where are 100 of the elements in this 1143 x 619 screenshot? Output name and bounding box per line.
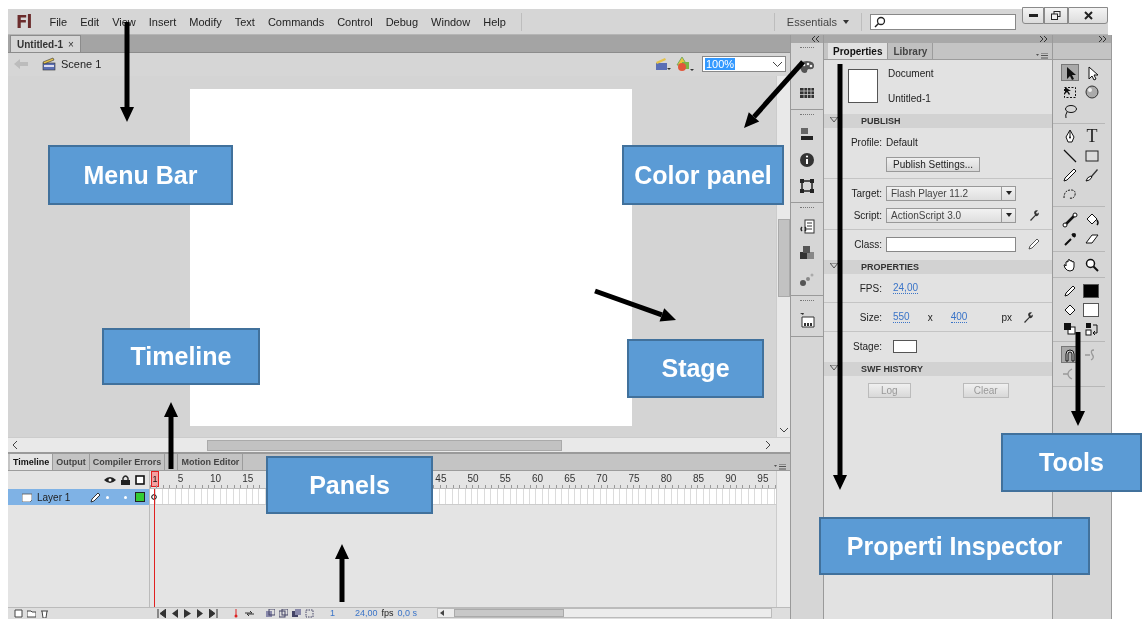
motion-presets-icon[interactable] [799,271,815,287]
info-icon[interactable] [799,152,815,168]
tool-button[interactable] [1061,147,1079,164]
fps-value[interactable]: 24,00 [893,282,919,294]
wrench-icon[interactable] [1022,311,1034,323]
swatches-grid-icon[interactable] [799,85,815,101]
tool-button[interactable] [1061,211,1079,228]
menu-item[interactable]: Modify [183,13,228,30]
first-frame-icon[interactable] [157,609,166,618]
caret-icon [1005,213,1012,217]
edit-symbols-icon[interactable] [655,57,671,72]
tab-close-button[interactable]: × [68,38,74,50]
minimize-button[interactable] [1022,7,1044,24]
expand-icon[interactable] [1098,36,1108,42]
pencil-icon [90,491,101,503]
wrench-icon[interactable] [1028,209,1040,221]
shapes-icon[interactable] [676,56,694,73]
pencil-icon [1062,166,1078,183]
search-field[interactable] [870,13,1016,30]
scrollbar-thumb[interactable] [777,218,790,297]
publish-settings-button[interactable]: Publish Settings... [886,156,981,172]
document-tab[interactable]: Untitled-1 × [10,35,81,52]
vertical-scrollbar[interactable] [776,471,790,607]
edit-frames-icon[interactable] [292,609,301,618]
color-palette-icon[interactable] [799,59,815,75]
transform-icon[interactable] [799,178,815,194]
code-snippets-icon[interactable] [799,219,815,235]
tool-button[interactable] [1061,166,1079,183]
panel-menu-icon[interactable] [1036,53,1048,59]
panel-tab[interactable]: Timeline [10,454,54,471]
workspace-switcher[interactable]: Essentials [782,13,853,30]
last-frame-icon[interactable] [209,609,218,618]
fill-color-swatch[interactable] [1083,302,1099,317]
playhead[interactable]: 1 [151,471,159,488]
dropdown[interactable]: ActionScript 3.0 [886,207,1016,223]
field-label: Class: [853,238,882,250]
onion-outline-icon[interactable] [279,609,288,618]
menu-item[interactable]: Debug [379,13,425,30]
menu-item[interactable]: Edit [74,13,106,30]
tool-button[interactable] [1061,64,1079,81]
panel-tab[interactable]: Motion Editor [177,454,244,471]
tool-button[interactable] [1083,166,1101,183]
lasso-icon [1062,102,1078,119]
repeat-icon[interactable] [245,609,254,618]
arrow [164,402,178,469]
horizontal-scrollbar[interactable] [8,437,790,453]
menu-item[interactable]: File [43,13,74,30]
width-value[interactable]: 550 [893,311,910,323]
pencil-icon[interactable] [1028,238,1040,250]
tool-button[interactable] [1083,320,1101,337]
section-header[interactable]: PROPERTIES [824,260,1052,274]
tool-button[interactable] [1083,256,1101,273]
trash-icon[interactable] [40,609,49,618]
menu-item[interactable]: Text [228,13,261,30]
play-icon[interactable] [183,609,192,618]
layer-row[interactable]: Layer 1 [8,489,149,506]
step-forward-icon[interactable] [196,609,205,618]
menu-item[interactable]: Commands [261,13,331,30]
tool-button[interactable] [1083,83,1101,100]
frame-number: 5 [177,473,184,485]
panel-menu-icon[interactable] [774,464,786,471]
height-value[interactable]: 400 [950,311,968,323]
tool-button[interactable] [1061,320,1079,337]
horizontal-scrollbar[interactable] [437,608,772,619]
onion-markers-icon[interactable] [305,609,314,618]
section-header[interactable]: SWF HISTORY [824,362,1052,376]
section-header[interactable]: PUBLISH [824,114,1052,128]
class-input-field[interactable] [886,236,1016,252]
stage-color-swatch[interactable] [893,339,917,353]
keyframe-icon[interactable] [151,494,157,501]
components-icon[interactable] [799,245,815,261]
menu-item[interactable]: Window [425,13,477,30]
callout-label: Properti Inspector [819,517,1090,575]
menu-item[interactable]: Control [331,13,379,30]
dropdown[interactable]: Flash Player 11.2 [886,185,1016,201]
layer-color[interactable] [135,492,145,503]
app-logo: Fl [16,11,32,32]
frame-number: 65 [564,473,576,485]
close-button[interactable] [1068,7,1108,24]
scrollbar-thumb[interactable] [454,609,565,618]
frame-number: 85 [692,473,705,485]
step-back-icon[interactable] [170,609,179,618]
folder-icon[interactable] [27,609,36,618]
align-icon[interactable] [799,126,815,142]
frame-rate[interactable]: 24,00 [355,608,378,619]
panel-tab[interactable]: Output [53,454,90,471]
panel-tab[interactable]: Library [888,43,934,59]
project-icon[interactable] [799,312,815,328]
new-layer-icon[interactable] [14,609,23,618]
expand-icon[interactable] [1039,36,1049,42]
collapse-icon[interactable] [810,36,820,42]
onion-skin-icon[interactable] [266,609,275,618]
menu-item[interactable]: Help [477,13,512,30]
text-tool[interactable]: T [1083,128,1101,145]
stroke-color-swatch[interactable] [1083,283,1099,298]
restore-button[interactable] [1044,7,1068,24]
scrollbar-thumb[interactable] [207,439,562,451]
menu-item[interactable]: Insert [142,13,183,30]
panel-tab[interactable]: Compiler Errors [89,454,166,471]
panel-tab[interactable]: Properties [828,43,889,59]
